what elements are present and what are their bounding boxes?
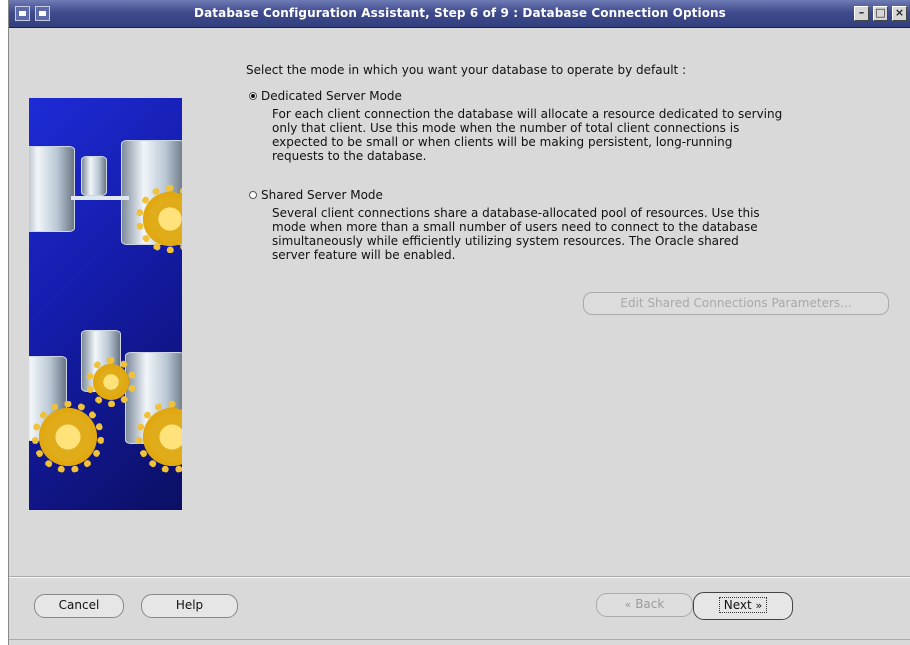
window-title: Database Configuration Assistant, Step 6…: [194, 6, 726, 20]
back-button[interactable]: « Back: [596, 593, 693, 617]
next-button[interactable]: Next »: [693, 592, 793, 620]
edit-shared-connections-button[interactable]: Edit Shared Connections Parameters...: [583, 292, 889, 315]
maximize-icon[interactable]: □: [873, 6, 888, 21]
radio-selected-icon: [249, 92, 257, 100]
footer-separator: [9, 576, 910, 578]
wizard-window: Database Configuration Assistant, Step 6…: [8, 0, 910, 645]
title-bar[interactable]: Database Configuration Assistant, Step 6…: [9, 0, 910, 28]
database-cylinder-icon: [81, 156, 107, 196]
next-label: Next: [723, 598, 752, 612]
gear-icon: [32, 401, 104, 473]
dedicated-server-radio[interactable]: Dedicated Server Mode: [249, 89, 402, 103]
back-arrow-icon: «: [624, 598, 632, 611]
dedicated-server-description: For each client connection the database …: [272, 107, 783, 163]
close-icon[interactable]: ×: [892, 6, 907, 21]
gear-icon: [136, 185, 182, 253]
help-button[interactable]: Help: [141, 594, 238, 618]
database-illustration: [29, 98, 182, 510]
database-cylinder-icon: [29, 146, 75, 232]
back-label: Back: [635, 597, 665, 611]
gear-icon: [136, 401, 182, 473]
cancel-button[interactable]: Cancel: [34, 594, 124, 618]
shared-server-label: Shared Server Mode: [261, 188, 383, 202]
minimize-icon[interactable]: –: [854, 6, 869, 21]
mode-prompt: Select the mode in which you want your d…: [246, 63, 687, 77]
next-arrow-icon: »: [755, 599, 763, 612]
gear-icon: [86, 357, 136, 407]
shared-server-description: Several client connections share a datab…: [272, 206, 760, 262]
dedicated-server-label: Dedicated Server Mode: [261, 89, 402, 103]
radio-unselected-icon: [249, 191, 257, 199]
window-bottom-border: [9, 639, 910, 645]
shared-server-radio[interactable]: Shared Server Mode: [249, 188, 383, 202]
